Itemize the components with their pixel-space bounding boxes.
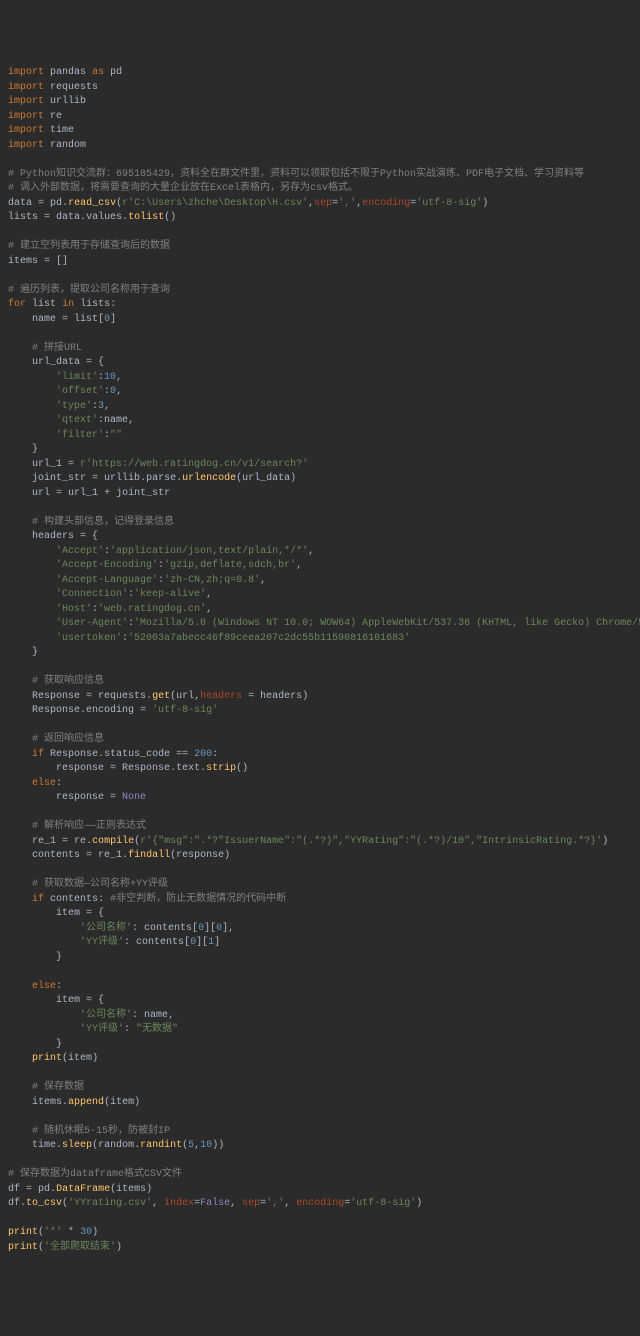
code-line: } xyxy=(8,1038,632,1053)
import-line: import random xyxy=(8,139,632,154)
code-line: } xyxy=(8,646,632,661)
code-line: 'Accept-Encoding':'gzip,deflate,sdch,br'… xyxy=(8,559,632,574)
blank-line xyxy=(8,965,632,980)
code-line: for list in lists: xyxy=(8,298,632,313)
code-line: # 构建头部信息，记得登录信息 xyxy=(8,516,632,531)
code-line: joint_str = urllib.parse.urlencode(url_d… xyxy=(8,472,632,487)
code-line: headers = { xyxy=(8,530,632,545)
code-line: else: xyxy=(8,980,632,995)
blank-line xyxy=(8,864,632,879)
import-line: import urllib xyxy=(8,95,632,110)
code-line: url = url_1 + joint_str xyxy=(8,487,632,502)
code-line: data = pd.read_csv(r'C:\Users\zhche\Desk… xyxy=(8,197,632,212)
code-line: Response = requests.get(url,headers = he… xyxy=(8,690,632,705)
blank-line xyxy=(8,806,632,821)
code-line: 'Accept-Language':'zh-CN,zh;q=0.8', xyxy=(8,574,632,589)
code-line: contents = re_1.findall(response) xyxy=(8,849,632,864)
code-line: if Response.status_code == 200: xyxy=(8,748,632,763)
code-line: 'usertoken':'52003a7abecc46f89ceea207c2d… xyxy=(8,632,632,647)
code-line: response = Response.text.strip() xyxy=(8,762,632,777)
blank-line xyxy=(8,1067,632,1082)
code-line: 'User-Agent':'Mozilla/5.0 (Windows NT 10… xyxy=(8,617,632,632)
code-line: if contents: #非空判断，防止无数据情况的代码中断 xyxy=(8,893,632,908)
code-line: items.append(item) xyxy=(8,1096,632,1111)
code-line: } xyxy=(8,443,632,458)
code-line: 'Connection':'keep-alive', xyxy=(8,588,632,603)
blank-line xyxy=(8,269,632,284)
code-line: df.to_csv('YYrating.csv', index=False, s… xyxy=(8,1197,632,1212)
import-line: import pandas as pd xyxy=(8,66,632,81)
code-line: # 获取响应信息 xyxy=(8,675,632,690)
blank-line xyxy=(8,327,632,342)
blank-line xyxy=(8,153,632,168)
code-line: } xyxy=(8,951,632,966)
code-line: # 保存数据 xyxy=(8,1081,632,1096)
code-line: 'limit':10, xyxy=(8,371,632,386)
code-line: item = { xyxy=(8,907,632,922)
code-line: 'Accept':'application/json,text/plain,*/… xyxy=(8,545,632,560)
code-line: # 调入外部数据，将需要查询的大量企业放在Excel表格内，另存为csv格式。 xyxy=(8,182,632,197)
code-line: item = { xyxy=(8,994,632,1009)
blank-line xyxy=(8,719,632,734)
code-line: print(item) xyxy=(8,1052,632,1067)
code-line: items = [] xyxy=(8,255,632,270)
import-line: import time xyxy=(8,124,632,139)
code-line: 'filter':"" xyxy=(8,429,632,444)
code-line: 'offset':0, xyxy=(8,385,632,400)
code-line: 'qtext':name, xyxy=(8,414,632,429)
code-line: Response.encoding = 'utf-8-sig' xyxy=(8,704,632,719)
code-line: else: xyxy=(8,777,632,792)
code-line: # 随机休眠5-15秒，防被封IP xyxy=(8,1125,632,1140)
code-line: url_data = { xyxy=(8,356,632,371)
code-line: df = pd.DataFrame(items) xyxy=(8,1183,632,1198)
code-line: # Python知识交流群：695185429，资料全在群文件里，资料可以领取包… xyxy=(8,168,632,183)
import-line: import requests xyxy=(8,81,632,96)
code-line: '公司名称': contents[0][0], xyxy=(8,922,632,937)
import-line: import re xyxy=(8,110,632,125)
blank-line xyxy=(8,661,632,676)
code-line: # 拼接URL xyxy=(8,342,632,357)
code-line: name = list[0] xyxy=(8,313,632,328)
code-line: # 返回响应信息 xyxy=(8,733,632,748)
blank-line xyxy=(8,1110,632,1125)
code-line: re_1 = re.compile(r'{"msg":".*?"IssuerNa… xyxy=(8,835,632,850)
code-line: 'YY评级': "无数据" xyxy=(8,1023,632,1038)
code-line: time.sleep(random.randint(5,10)) xyxy=(8,1139,632,1154)
code-line: # 建立空列表用于存储查询后的数据 xyxy=(8,240,632,255)
code-line: print('*' * 30) xyxy=(8,1226,632,1241)
code-line: lists = data.values.tolist() xyxy=(8,211,632,226)
code-line: 'type':3, xyxy=(8,400,632,415)
blank-line xyxy=(8,1154,632,1169)
blank-line xyxy=(8,1212,632,1227)
code-line: response = None xyxy=(8,791,632,806)
code-block: import pandas as pdimport requestsimport… xyxy=(8,66,632,1255)
code-line: '公司名称': name, xyxy=(8,1009,632,1024)
code-line: # 保存数据为dataframe格式CSV文件 xyxy=(8,1168,632,1183)
blank-line xyxy=(8,226,632,241)
code-line: # 遍历列表，提取公司名称用于查询 xyxy=(8,284,632,299)
code-line: # 解析响应——正则表达式 xyxy=(8,820,632,835)
code-line: print('全部爬取结束') xyxy=(8,1241,632,1256)
code-line: 'YY评级': contents[0][1] xyxy=(8,936,632,951)
code-line: url_1 = r'https://web.ratingdog.cn/v1/se… xyxy=(8,458,632,473)
code-line: 'Host':'web.ratingdog.cn', xyxy=(8,603,632,618)
blank-line xyxy=(8,501,632,516)
code-line: # 获取数据—公司名称+YY评级 xyxy=(8,878,632,893)
